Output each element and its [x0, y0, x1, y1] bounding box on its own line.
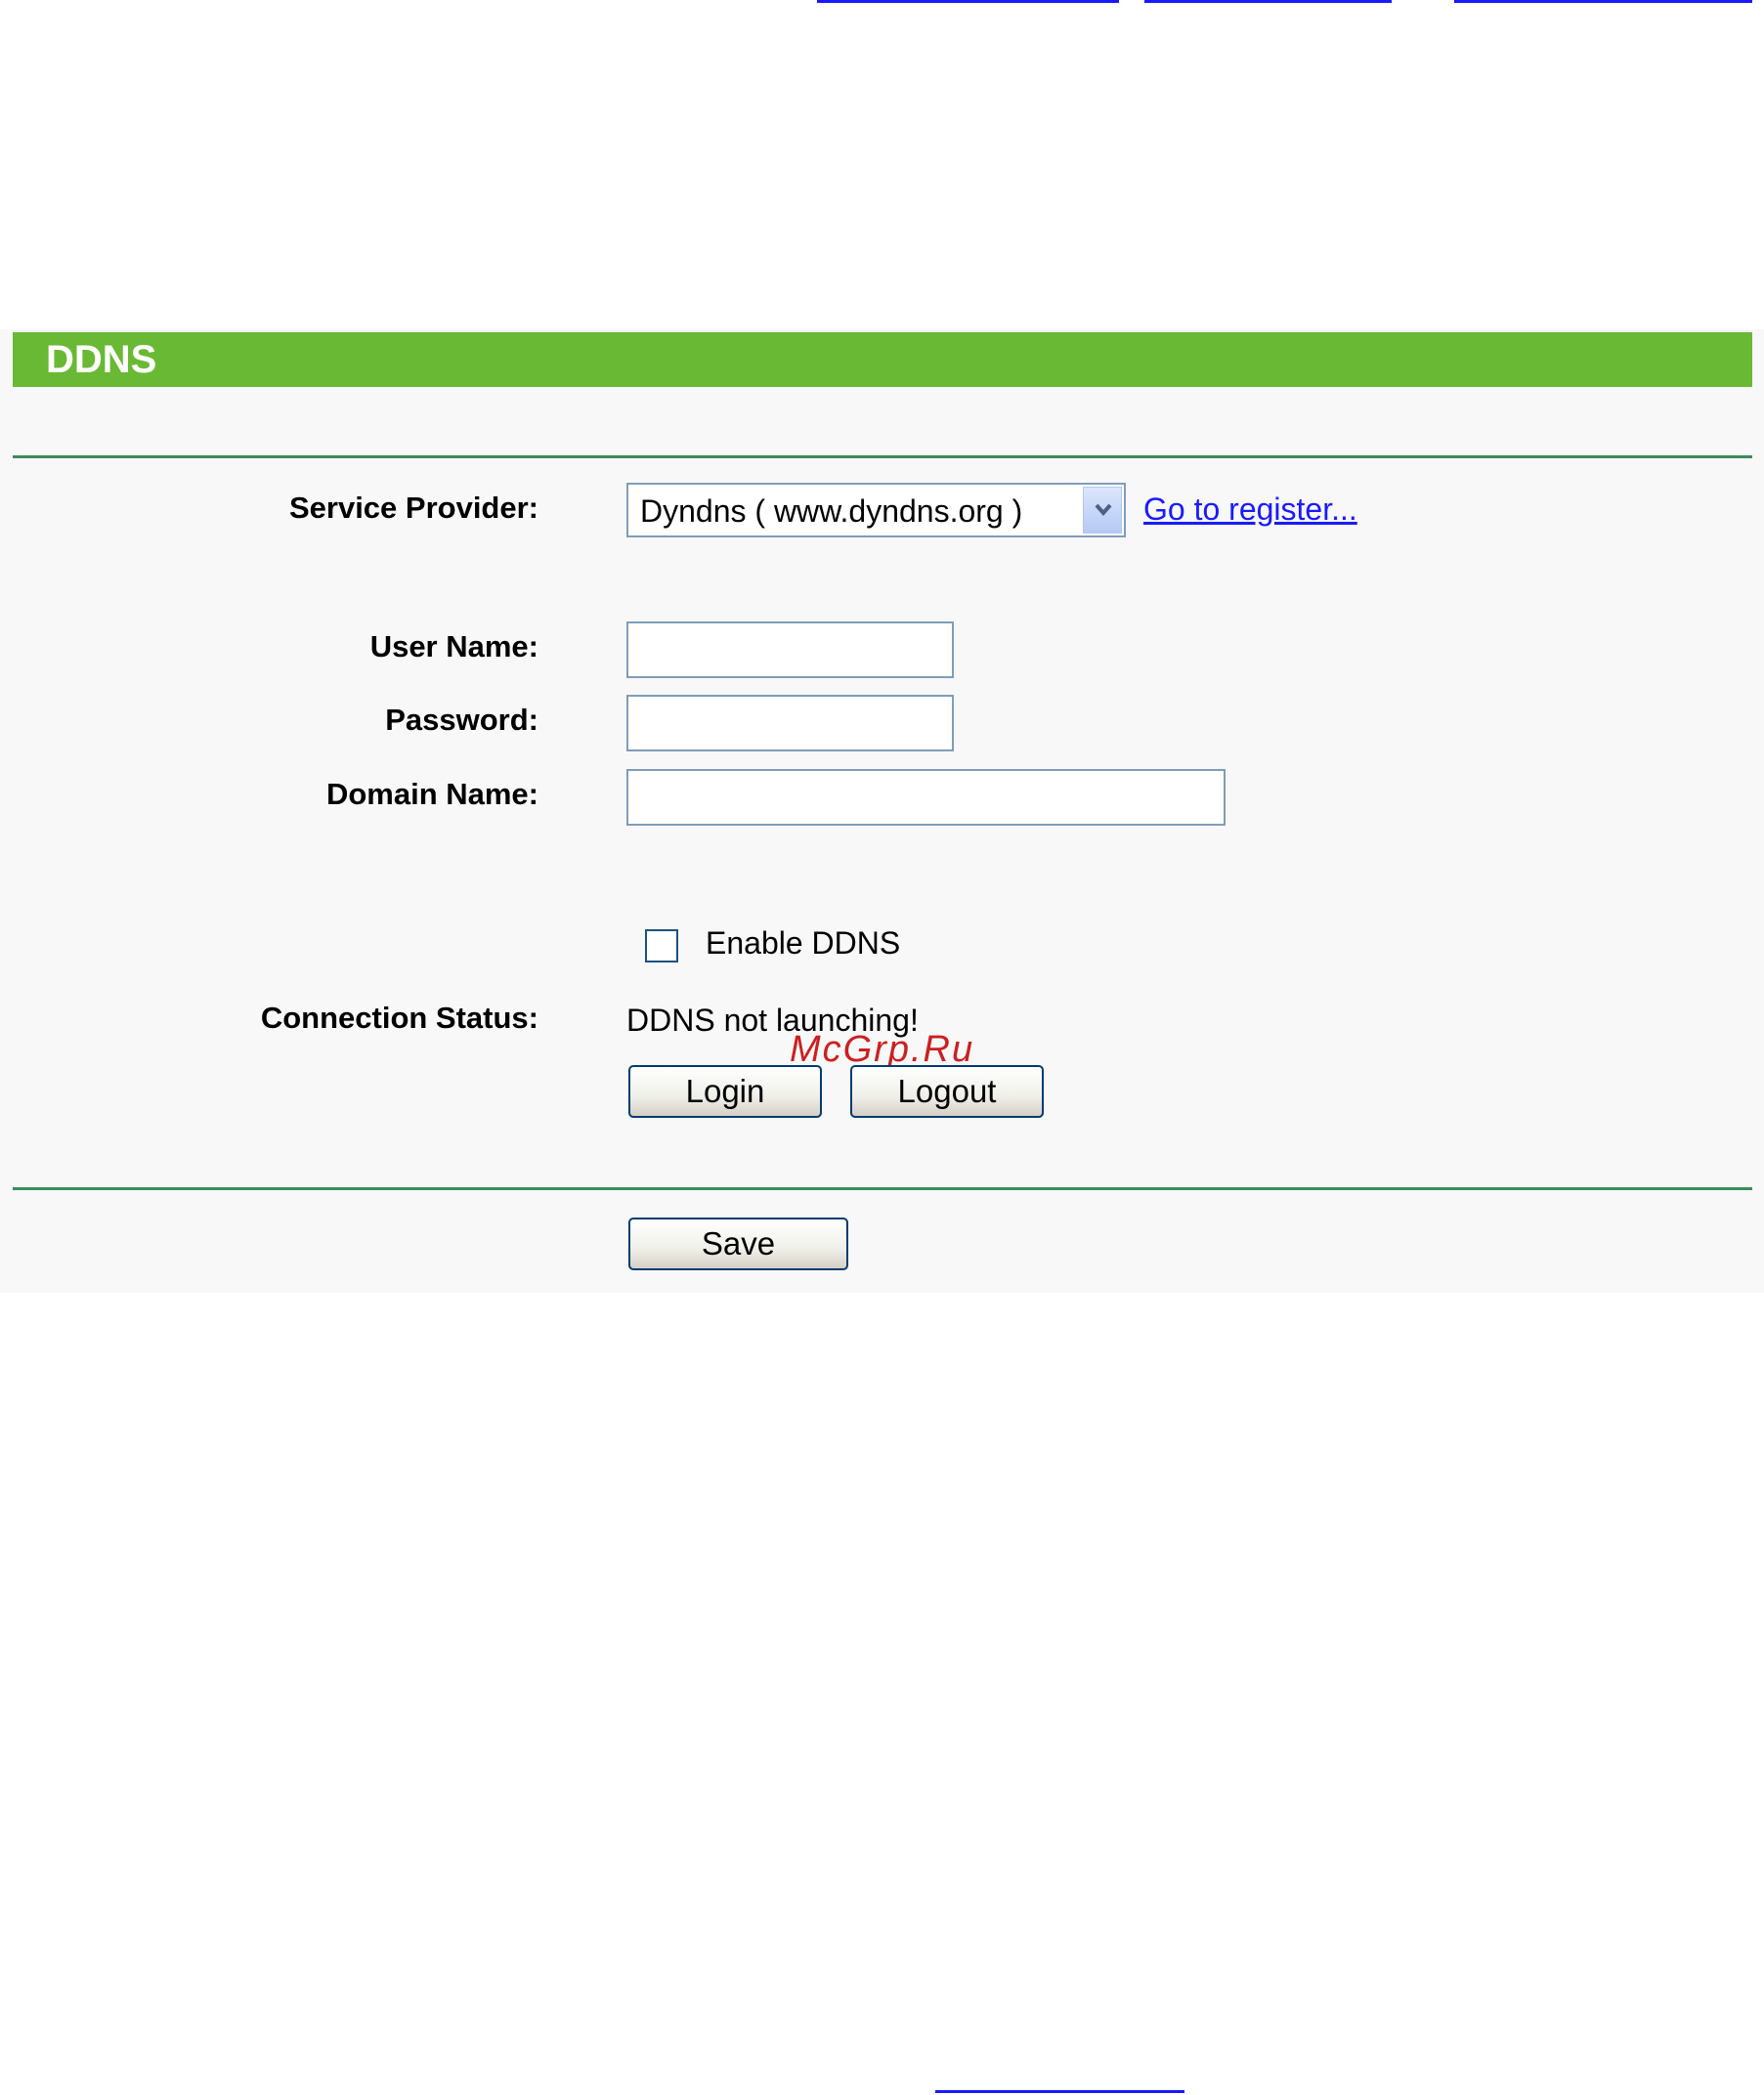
- dropdown-button[interactable]: [1083, 487, 1122, 534]
- service-provider-selected: Dyndns ( www.dyndns.org ): [640, 493, 1023, 529]
- page-title: DDNS: [46, 338, 157, 381]
- edge-link-underline: [1144, 0, 1392, 3]
- password-label: Password:: [385, 703, 538, 737]
- top-divider: [13, 455, 1752, 458]
- page-header: DDNS: [13, 332, 1752, 387]
- enable-ddns-label: Enable DDNS: [706, 925, 901, 961]
- edge-link-underline: [935, 2090, 1184, 2093]
- user-name-input[interactable]: [626, 621, 954, 678]
- edge-link-underline: [817, 0, 1119, 3]
- password-input[interactable]: [626, 695, 954, 751]
- bottom-divider: [13, 1187, 1752, 1190]
- domain-name-label: Domain Name:: [325, 777, 538, 811]
- save-button[interactable]: Save: [628, 1218, 848, 1270]
- edge-link-underline: [1454, 0, 1752, 3]
- logout-button[interactable]: Logout: [850, 1065, 1044, 1118]
- user-name-label: User Name:: [369, 629, 538, 663]
- watermark: McGrp.Ru: [790, 1029, 975, 1070]
- enable-ddns-checkbox[interactable]: [645, 929, 678, 962]
- login-button[interactable]: Login: [628, 1065, 822, 1118]
- chevron-down-icon: [1095, 503, 1112, 517]
- connection-status-label: Connection Status:: [260, 1001, 538, 1035]
- service-provider-label: Service Provider:: [288, 491, 538, 525]
- go-to-register-link[interactable]: Go to register...: [1143, 491, 1357, 528]
- service-provider-select[interactable]: Dyndns ( www.dyndns.org ): [626, 483, 1126, 537]
- domain-name-input[interactable]: [626, 769, 1226, 826]
